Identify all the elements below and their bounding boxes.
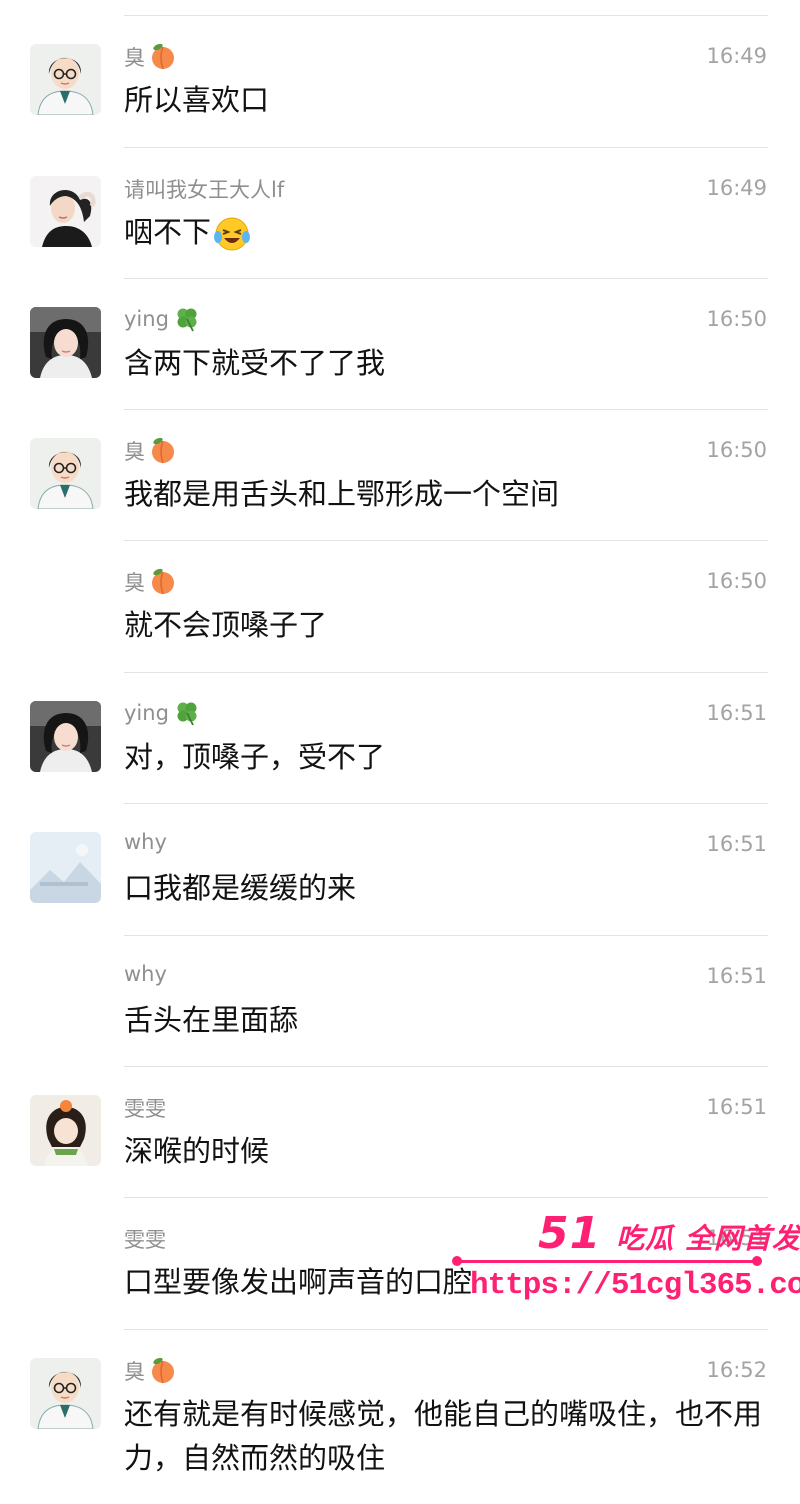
sender-label: 臭: [124, 46, 145, 70]
clover-icon: [177, 308, 197, 332]
message-text-content: 咽不下: [124, 215, 212, 249]
message-time: 16:51: [706, 964, 767, 988]
message-text: 深喉的时候: [124, 1134, 270, 1168]
message-text: 还有就是有时候感觉，他能自己的嘴吸住，也不用力，自然而然的吸住: [124, 1397, 763, 1475]
message-item[interactable]: 臭 16:50 我都是用舌头和上鄂形成一个空间: [0, 410, 800, 541]
sender-label: 雯雯: [124, 1228, 166, 1252]
sender-name: 雯雯: [124, 1093, 166, 1123]
avatar-glasses-woman-icon: [30, 438, 101, 509]
message-time: 16:49: [706, 44, 767, 68]
clover-icon: [177, 702, 197, 726]
message-text: 舌头在里面舔: [124, 1003, 299, 1037]
message-time: 16:50: [706, 569, 767, 593]
message-time: 16:52: [706, 1358, 767, 1382]
peach-icon: [152, 1357, 174, 1384]
peach-icon: [152, 437, 174, 464]
sender-label: 雯雯: [124, 1097, 166, 1121]
peach-icon: [152, 568, 174, 595]
avatar[interactable]: [30, 1358, 101, 1429]
sender-name: ying: [124, 699, 201, 727]
sender-label: why: [124, 962, 167, 986]
watermark: 51 吃瓜 全网首发 https://51cgl365.com: [452, 1208, 800, 1314]
message-text: 我都是用舌头和上鄂形成一个空间: [124, 477, 560, 511]
sender-name: 臭: [124, 436, 177, 466]
message-text: 口我都是缓缓的来: [124, 871, 357, 905]
sender-label: ying: [124, 701, 169, 725]
avatar[interactable]: [30, 1095, 101, 1166]
message-text: 咽不下: [124, 210, 764, 254]
avatar[interactable]: [30, 307, 101, 378]
message-item[interactable]: why 16:51 口我都是缓缓的来: [0, 804, 800, 935]
sender-label: why: [124, 830, 167, 854]
avatar-child-icon: [30, 1095, 101, 1166]
message-text: 含两下就受不了了我: [124, 346, 386, 380]
message-item[interactable]: 臭 16:52 还有就是有时候感觉，他能自己的嘴吸住，也不用力，自然而然的吸住: [0, 1330, 800, 1504]
message-time: 16:49: [706, 176, 767, 200]
sender-name: why: [124, 830, 167, 854]
sender-label: 臭: [124, 1360, 145, 1384]
avatar[interactable]: [30, 176, 101, 247]
message-time: 16:51: [706, 1095, 767, 1119]
watermark-brand-text: 吃瓜 全网首发: [616, 1222, 800, 1255]
sender-name: 臭: [124, 1356, 177, 1386]
message-item[interactable]: 请叫我女王大人lf 16:49 咽不下: [0, 148, 800, 279]
message-item[interactable]: ying 16:50 含两下就受不了了我: [0, 279, 800, 410]
watermark-url: https://51cgl365.com: [470, 1268, 800, 1303]
peach-icon: [152, 43, 174, 70]
watermark-line: [456, 1260, 756, 1263]
message-time: 16:50: [706, 307, 767, 331]
avatar[interactable]: [30, 832, 101, 903]
avatar-woman-car-icon: [30, 307, 101, 378]
sender-name: ying: [124, 305, 201, 333]
avatar-woman-car-icon: [30, 701, 101, 772]
sender-label: 请叫我女王大人lf: [124, 178, 285, 202]
sender-name: why: [124, 962, 167, 986]
avatar[interactable]: [30, 701, 101, 772]
sender-name: 臭: [124, 42, 177, 72]
message-item[interactable]: why 16:51 舌头在里面舔: [0, 936, 800, 1067]
laughing-crying-emoji-icon: [214, 217, 251, 251]
message-time: 16:51: [706, 701, 767, 725]
message-item[interactable]: 臭 16:50 就不会顶嗓子了: [0, 541, 800, 672]
message-item[interactable]: 臭 16:49 所以喜欢口: [0, 16, 800, 147]
message-text: 所以喜欢口: [124, 83, 270, 117]
message-item[interactable]: ying 16:51 对，顶嗓子，受不了: [0, 673, 800, 804]
message-item[interactable]: 雯雯 16:51 深喉的时候: [0, 1067, 800, 1198]
avatar[interactable]: [30, 438, 101, 509]
watermark-dot: [752, 1256, 762, 1266]
avatar-woman-pose-icon: [30, 176, 101, 247]
avatar-landscape-icon: [30, 832, 101, 903]
watermark-dot: [452, 1256, 462, 1266]
sender-label: 臭: [124, 571, 145, 595]
sender-name: 臭: [124, 567, 177, 597]
avatar-glasses-woman-icon: [30, 44, 101, 115]
avatar-glasses-woman-icon: [30, 1358, 101, 1429]
message-time: 16:51: [706, 832, 767, 856]
sender-name: 雯雯: [124, 1224, 166, 1254]
message-text: 就不会顶嗓子了: [124, 608, 328, 642]
sender-label: 臭: [124, 440, 145, 464]
watermark-brand: 51 吃瓜 全网首发: [538, 1208, 800, 1259]
avatar[interactable]: [30, 44, 101, 115]
message-text: 对，顶嗓子，受不了: [124, 740, 386, 774]
message-time: 16:50: [706, 438, 767, 462]
watermark-brand-number: 51: [538, 1208, 602, 1259]
sender-name: 请叫我女王大人lf: [124, 174, 284, 204]
sender-label: ying: [124, 307, 169, 331]
